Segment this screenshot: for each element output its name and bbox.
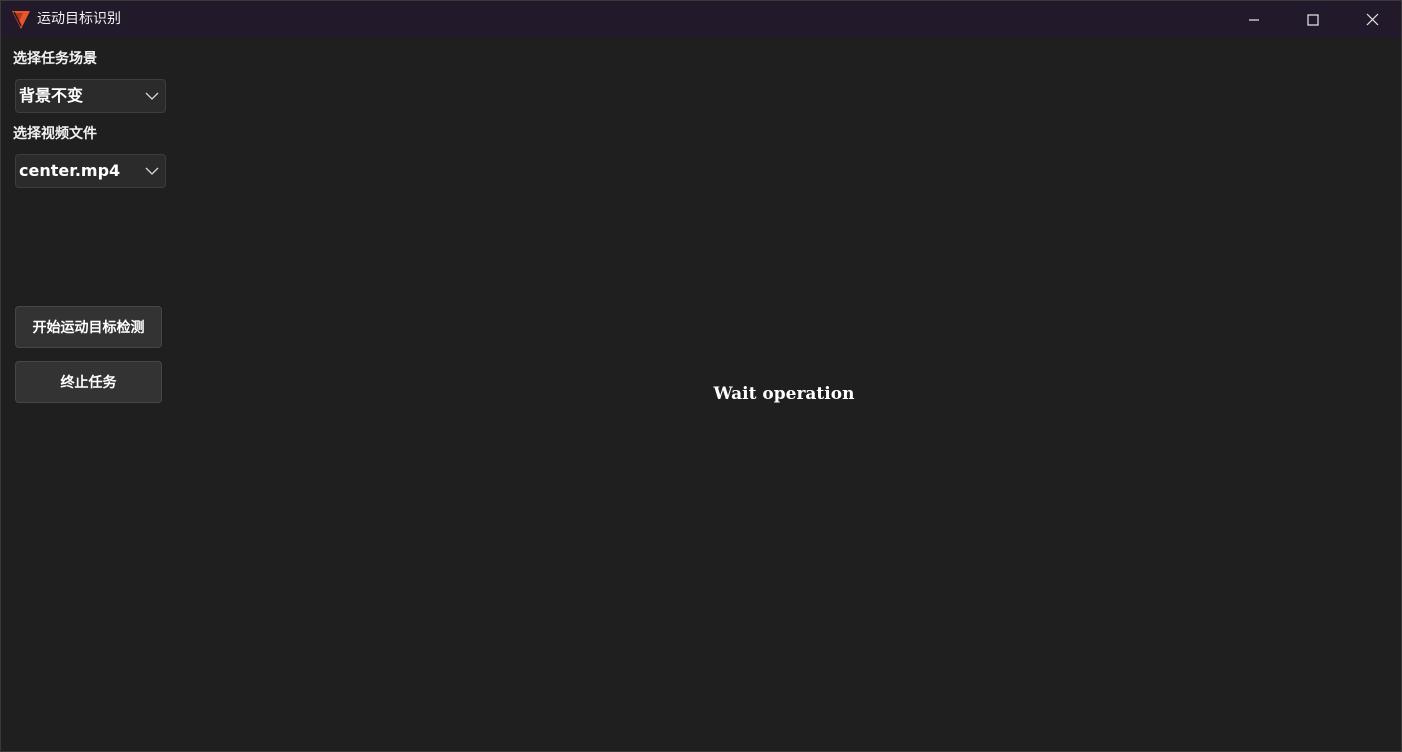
close-icon (1366, 13, 1378, 26)
video-select-value: center.mp4 (19, 161, 121, 180)
scene-select-value: 背景不变 (19, 86, 84, 105)
close-button[interactable] (1343, 1, 1401, 38)
scene-select[interactable]: 背景不变 (15, 79, 166, 113)
status-message: Wait operation (713, 384, 855, 404)
video-select[interactable]: center.mp4 (15, 154, 166, 188)
video-label: 选择视频文件 (13, 126, 97, 142)
maximize-icon (1307, 13, 1319, 26)
app-logo-icon (12, 11, 30, 29)
scene-label: 选择任务场景 (13, 51, 97, 67)
window-title: 运动目标识别 (37, 11, 121, 27)
minimize-button[interactable] (1225, 1, 1283, 38)
stop-task-button[interactable]: 终止任务 (15, 361, 162, 403)
start-detection-button[interactable]: 开始运动目标检测 (15, 306, 162, 348)
app-window: 运动目标识别 选择任务场景 背景不变 选择视频文件 center.mp4 开始运… (0, 0, 1402, 752)
title-bar[interactable]: 运动目标识别 (1, 1, 1401, 38)
chevron-down-icon (145, 167, 159, 175)
maximize-button[interactable] (1284, 1, 1342, 38)
chevron-down-icon (145, 92, 159, 100)
minimize-icon (1249, 18, 1259, 21)
